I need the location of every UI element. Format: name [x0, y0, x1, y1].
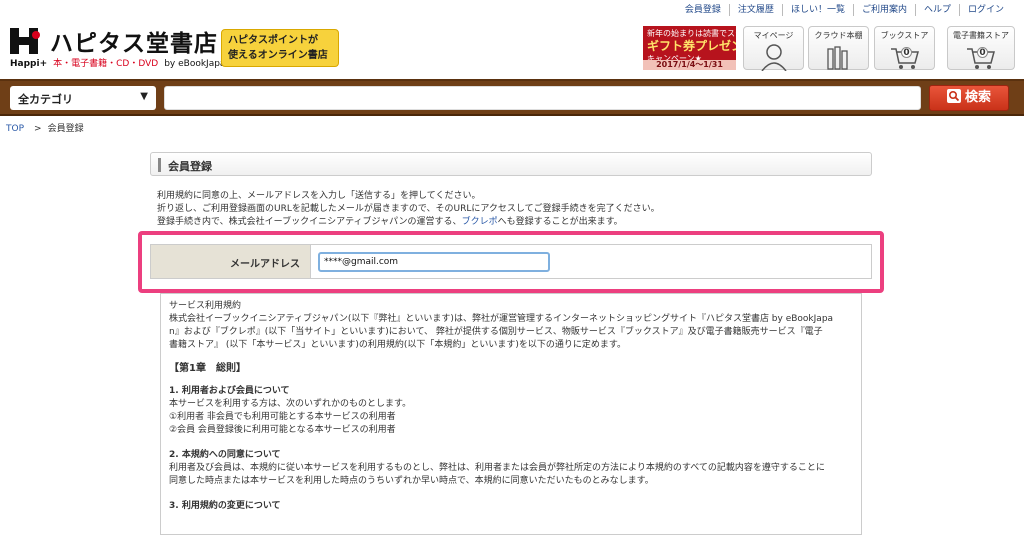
- breadcrumb-current: 会員登録: [47, 124, 84, 134]
- terms-p3: 書籍ストア』 (以下「本サービス」といいます)の利用規約(以下「本規約」といいま…: [169, 340, 627, 350]
- intro-line-3-pre: 登録手続き内で、株式会社イーブックイニシアティブジャパンの運営する、: [157, 217, 462, 227]
- breadcrumb-top[interactable]: TOP: [6, 124, 24, 134]
- intro-text: 利用規約に同意の上、メールアドレスを入力し「送信する」を押してください。 折り返…: [157, 190, 660, 229]
- search-button-label: 検索: [964, 90, 991, 105]
- search-bar: 全カテゴリ ▼ 検索: [0, 79, 1024, 116]
- search-input[interactable]: [164, 86, 921, 110]
- cloud-bookshelf-button[interactable]: クラウド本棚: [808, 26, 869, 70]
- logo-happi: Happi+: [10, 59, 48, 69]
- intro-line-3-post: へも登録することが出来ます。: [497, 217, 623, 227]
- logo-title: ハピタス堂書店: [50, 31, 218, 57]
- link-wishlist[interactable]: ほしい！一覧: [781, 4, 853, 16]
- breadcrumb-separator: >: [34, 124, 42, 134]
- page-title: 会員登録: [168, 160, 212, 173]
- ebook-store-cart-button[interactable]: 電子書籍ストア 0: [947, 26, 1015, 70]
- bookstore-cart-count: 0: [901, 47, 912, 58]
- category-value: 全カテゴリ: [18, 93, 73, 106]
- terms-heading: サービス利用規約: [169, 301, 242, 311]
- hapitas-point-banner[interactable]: ハピタスポイントが 使えるオンライン書店: [221, 29, 339, 67]
- link-login[interactable]: ログイン: [958, 4, 1012, 16]
- search-icon: [946, 89, 961, 103]
- link-help[interactable]: ヘルプ: [914, 4, 959, 16]
- search-button[interactable]: 検索: [929, 85, 1009, 111]
- terms-section-2-title: 2. 本規約への同意について: [169, 450, 281, 460]
- bukurepo-link[interactable]: ブクレポ: [462, 217, 498, 227]
- dropdown-arrow-icon: ▼: [140, 91, 148, 102]
- highlight-frame: [138, 231, 884, 293]
- bookshelf-icon: [826, 46, 848, 70]
- logo-mark-icon: [10, 28, 42, 54]
- terms-p1: 株式会社イーブックイニシアティブジャパン(以下『弊社』といいます)は、弊社が運営…: [169, 314, 834, 324]
- gift-big: ギフト券プレゼント: [647, 39, 736, 53]
- link-guide[interactable]: ご利用案内: [852, 4, 915, 16]
- breadcrumb: TOP > 会員登録: [6, 121, 84, 134]
- bookstore-label: ブックストア: [880, 31, 929, 40]
- ebook-store-label: 電子書籍ストア: [953, 31, 1009, 40]
- link-order-history[interactable]: 注文履歴: [728, 4, 782, 16]
- banner-line-1: ハピタスポイントが: [228, 35, 318, 46]
- terms-section-2-line-2: 同意した時点または本サービスを利用した時点のうちいずれか早い時点で、本規約に同意…: [169, 476, 654, 486]
- title-accent-bar: [158, 158, 161, 172]
- page-title-box: 会員登録: [150, 152, 872, 176]
- site-logo[interactable]: ハピタス堂書店 Happi+ 本・電子書籍・CD・DVD by eBookJapan: [10, 28, 231, 70]
- terms-section-1-line-2: ①利用者 非会員でも利用可能とする本サービスの利用者: [169, 412, 396, 422]
- intro-line-3: 登録手続き内で、株式会社イーブックイニシアティブジャパンの運営する、ブクレポへも…: [157, 216, 660, 229]
- ebook-store-cart-count: 0: [977, 47, 988, 58]
- terms-section-2-line-1: 利用者及び会員は、本規約に従い本サービスを利用するものとし、弊社は、利用者または…: [169, 463, 825, 473]
- banner-line-2: 使えるオンライン書店: [228, 50, 328, 61]
- terms-section-1-line-3: ②会員 会員登録後に利用可能となる本サービスの利用者: [169, 425, 396, 435]
- terms-section-1-line-1: 本サービスを利用する方は、次のいずれかのものとします。: [169, 399, 412, 409]
- link-register[interactable]: 会員登録: [677, 4, 729, 16]
- gift-top: 新年の始まりは読書でスタート！: [647, 29, 736, 38]
- terms-p2: n』および『ブクレポ』(以下「当サイト」といいます)において、 弊社が提供する個…: [169, 327, 823, 337]
- logo-subtitle: Happi+ 本・電子書籍・CD・DVD by eBookJapan: [10, 56, 231, 69]
- intro-line-1: 利用規約に同意の上、メールアドレスを入力し「送信する」を押してください。: [157, 191, 481, 201]
- mypage-button[interactable]: マイページ: [743, 26, 804, 71]
- person-icon: [760, 44, 787, 71]
- mypage-label: マイページ: [753, 31, 794, 40]
- terms-section-3-title: 3. 利用規約の変更について: [169, 501, 281, 511]
- gift-date: 2017/1/4～1/31: [643, 60, 736, 70]
- intro-line-2: 折り返し、ご利用登録画面のURLを記載したメールが届きますので、そのURLにアク…: [157, 204, 660, 214]
- terms-section-1-title: 1. 利用者および会員について: [169, 386, 290, 396]
- bookshelf-label: クラウド本棚: [814, 31, 863, 40]
- gift-campaign-banner[interactable]: 新年の始まりは読書でスタート！ ギフト券プレゼント キャンペーン★ 2017/1…: [643, 26, 736, 70]
- terms-of-service-box[interactable]: サービス利用規約 株式会社イーブックイニシアティブジャパン(以下『弊社』といいま…: [160, 293, 862, 535]
- category-select[interactable]: 全カテゴリ ▼: [10, 86, 156, 110]
- logo-media: 本・電子書籍・CD・DVD: [53, 59, 159, 69]
- terms-chapter: 【第1章 総則】: [169, 363, 246, 374]
- bookstore-cart-button[interactable]: ブックストア 0: [874, 26, 935, 70]
- top-links: 会員登録 注文履歴 ほしい！一覧 ご利用案内 ヘルプ ログイン: [677, 4, 1012, 16]
